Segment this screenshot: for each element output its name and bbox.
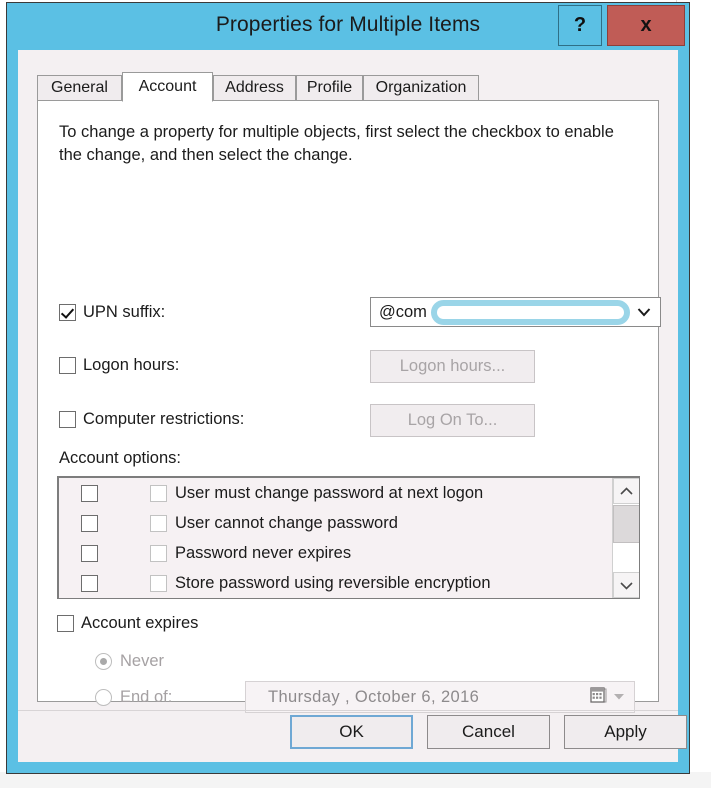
close-button[interactable]: x	[607, 5, 685, 46]
option-enable-checkbox[interactable]	[81, 514, 98, 532]
never-radio[interactable]	[95, 653, 112, 670]
option-label: Store password using reversible encrypti…	[175, 573, 491, 592]
tab-organization[interactable]: Organization	[363, 75, 479, 101]
dropdown-triangle-icon[interactable]	[612, 689, 626, 703]
option-enable-checkbox[interactable]	[81, 484, 98, 502]
never-radio-row: Never	[95, 652, 164, 671]
option-value-checkbox[interactable]	[150, 544, 167, 562]
logon-hours-row: Logon hours:	[59, 352, 639, 378]
dialog-body: General Account Address Profile Organiza…	[18, 50, 687, 762]
options-scrollbar[interactable]	[612, 478, 639, 598]
option-value-checkbox[interactable]	[150, 574, 167, 592]
end-of-radio-row: End of:	[95, 688, 172, 707]
option-enable-checkbox[interactable]	[81, 544, 98, 562]
option-value-checkbox[interactable]	[150, 514, 167, 532]
account-options-list[interactable]: User must change password at next logon …	[57, 476, 640, 599]
never-label: Never	[120, 652, 165, 670]
tab-general-label: General	[51, 79, 108, 96]
scroll-down-icon[interactable]	[613, 572, 639, 598]
apply-button[interactable]: Apply	[564, 715, 687, 749]
help-button[interactable]: ?	[558, 5, 602, 46]
account-options-label: Account options:	[59, 449, 181, 467]
tab-general[interactable]: General	[37, 75, 122, 101]
date-picker-icons	[589, 686, 626, 706]
tab-account[interactable]: Account	[122, 72, 213, 102]
calendar-icon[interactable]	[589, 686, 609, 706]
expiration-date-picker[interactable]: Thursday , October 6, 2016	[245, 681, 635, 713]
computer-restrictions-checkbox[interactable]	[59, 410, 76, 428]
list-item[interactable]: User must change password at next logon	[59, 478, 639, 508]
tab-address[interactable]: Address	[213, 75, 296, 101]
list-item[interactable]: Password never expires	[59, 538, 639, 568]
log-on-to-button[interactable]: Log On To...	[370, 404, 535, 437]
logon-hours-checkbox[interactable]	[59, 356, 76, 374]
upn-suffix-combobox[interactable]: @com	[370, 297, 661, 327]
option-label: Password never expires	[175, 543, 352, 562]
option-enable-checkbox[interactable]	[81, 574, 98, 592]
scrollbar-thumb[interactable]	[613, 505, 639, 543]
expiration-date-value: Thursday , October 6, 2016	[268, 687, 480, 706]
computer-restrictions-label: Computer restrictions:	[83, 409, 245, 428]
background-bottom	[0, 772, 711, 788]
account-expires-row: Account expires	[57, 614, 198, 633]
scroll-up-icon[interactable]	[613, 478, 639, 504]
end-of-label: End of:	[120, 688, 173, 706]
button-bar-divider	[18, 710, 678, 711]
chevron-down-icon	[637, 308, 651, 317]
instruction-text: To change a property for multiple object…	[59, 123, 614, 164]
option-value-checkbox[interactable]	[150, 484, 167, 502]
title-bar[interactable]: Properties for Multiple Items ? x	[7, 3, 689, 50]
ok-button[interactable]: OK	[290, 715, 413, 749]
option-label: User cannot change password	[175, 513, 398, 532]
upn-suffix-checkbox[interactable]	[59, 303, 76, 321]
end-of-radio[interactable]	[95, 689, 112, 706]
redaction-highlight	[431, 300, 630, 325]
dialog-button-bar: OK Cancel Apply	[18, 710, 687, 762]
desktop-background: Properties for Multiple Items ? x Genera…	[0, 0, 711, 788]
account-expires-checkbox[interactable]	[57, 615, 74, 632]
logon-hours-label: Logon hours:	[83, 355, 180, 374]
properties-dialog-window: Properties for Multiple Items ? x Genera…	[6, 2, 690, 774]
account-tab-panel: To change a property for multiple object…	[37, 100, 661, 713]
tab-organization-label: Organization	[375, 79, 467, 96]
upn-suffix-value: @com	[379, 302, 427, 321]
tab-profile-label: Profile	[306, 79, 353, 96]
tab-account-label: Account	[138, 78, 197, 95]
list-item[interactable]: User cannot change password	[59, 508, 639, 538]
option-label: User must change password at next logon	[175, 483, 484, 502]
tab-profile[interactable]: Profile	[296, 75, 363, 101]
account-expires-label: Account expires	[81, 614, 199, 632]
tab-strip: General Account Address Profile Organiza…	[37, 72, 659, 102]
upn-suffix-label: UPN suffix:	[83, 302, 166, 321]
tab-address-label: Address	[225, 79, 284, 96]
list-item[interactable]: Store password using reversible encrypti…	[59, 568, 639, 598]
logon-hours-button[interactable]: Logon hours...	[370, 350, 535, 383]
computer-restrictions-row: Computer restrictions:	[59, 406, 639, 432]
cancel-button[interactable]: Cancel	[427, 715, 550, 749]
